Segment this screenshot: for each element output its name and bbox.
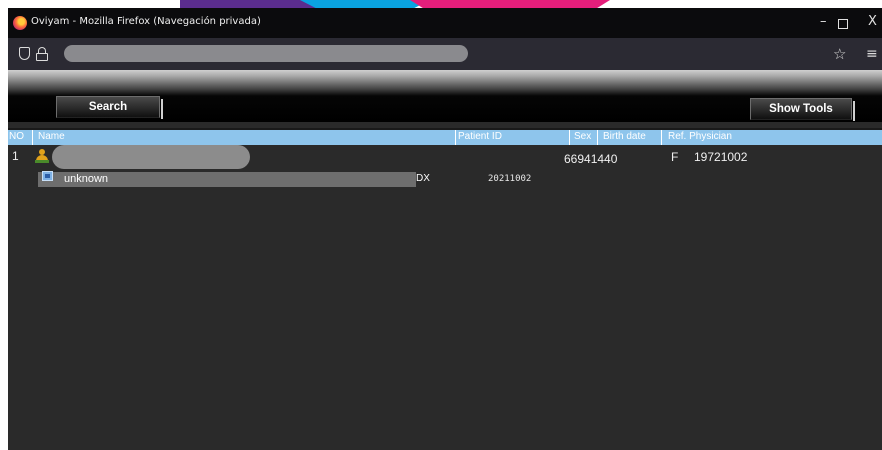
lock-icon[interactable]: [36, 47, 48, 61]
search-button[interactable]: Search: [56, 96, 163, 119]
table-header: NO Name Patient ID Sex Birth date Ref. P…: [8, 130, 882, 145]
app-toolbar: Search Show Tools: [8, 70, 882, 122]
column-header-no[interactable]: NO: [9, 131, 24, 142]
column-header-patient-id[interactable]: Patient ID: [458, 131, 502, 142]
title-bar: Oviyam - Mozilla Firefox (Navegación pri…: [8, 8, 882, 38]
show-tools-button[interactable]: Show Tools: [750, 98, 855, 121]
patient-name-redacted: [52, 145, 250, 169]
close-button[interactable]: X: [868, 14, 877, 29]
patient-table: 1 66941440 F 19721002 unknown DX 2021100…: [8, 145, 882, 450]
menu-icon[interactable]: ≡: [866, 46, 878, 62]
column-header-ref-physician[interactable]: Ref. Physician: [668, 131, 732, 142]
patient-sex-value: F: [671, 150, 679, 164]
screen: Oviyam - Mozilla Firefox (Navegación pri…: [0, 0, 882, 450]
study-modality: DX: [416, 173, 430, 184]
firefox-logo-icon: [13, 16, 27, 30]
patient-icon: [35, 149, 49, 163]
study-date: 20211002: [488, 174, 532, 184]
shield-icon[interactable]: [19, 47, 30, 60]
bookmark-star-icon[interactable]: ☆: [833, 45, 846, 63]
column-header-birth-date[interactable]: Birth date: [603, 131, 646, 142]
navigation-bar: ☆ ≡: [8, 38, 882, 70]
browser-window: Oviyam - Mozilla Firefox (Navegación pri…: [8, 8, 882, 450]
study-description: unknown: [64, 173, 109, 185]
patient-birth-date-value: 19721002: [694, 150, 748, 164]
address-bar[interactable]: [64, 45, 468, 62]
study-row[interactable]: unknown DX: [38, 172, 430, 187]
column-header-sex[interactable]: Sex: [574, 131, 591, 142]
patient-no: 1: [12, 149, 19, 163]
page-content: Search Show Tools NO Name Patient ID Sex…: [8, 70, 882, 450]
patient-id-value: 66941440: [564, 152, 618, 166]
study-icon: [42, 171, 53, 181]
maximize-button[interactable]: [838, 19, 848, 29]
minimize-button[interactable]: –: [820, 14, 827, 29]
column-header-name[interactable]: Name: [38, 131, 65, 142]
window-title: Oviyam - Mozilla Firefox (Navegación pri…: [31, 16, 261, 27]
